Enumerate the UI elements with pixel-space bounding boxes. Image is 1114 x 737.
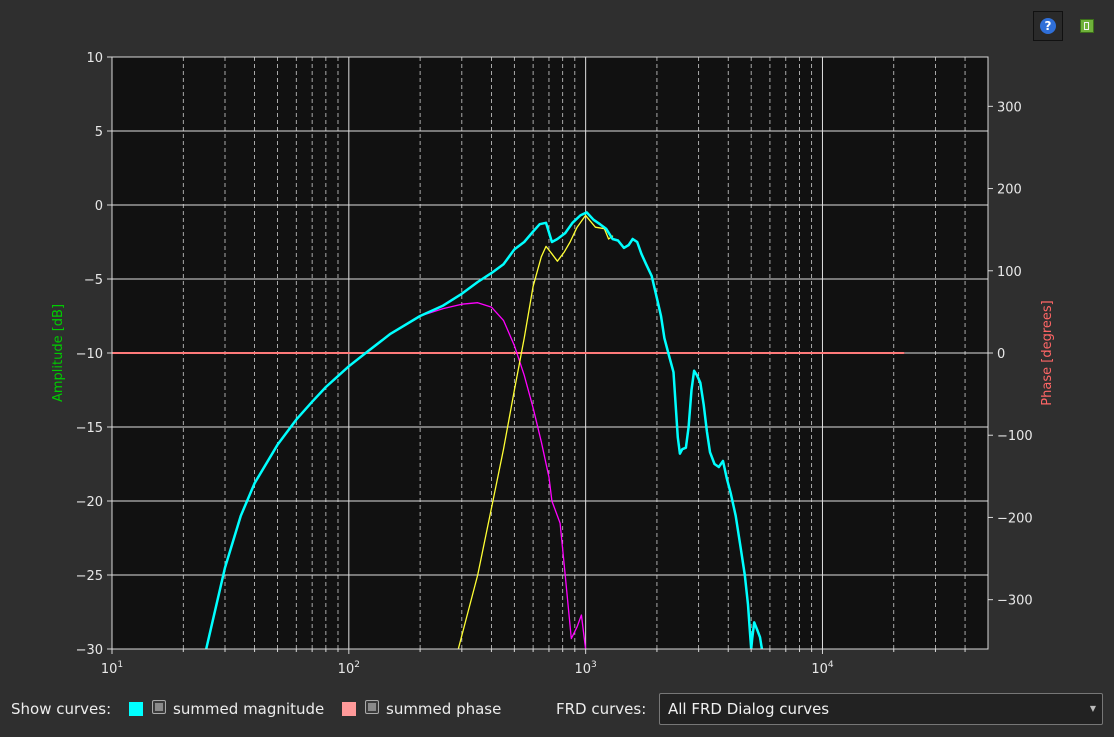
y-tick-label: 0	[95, 199, 103, 214]
frd-curves-label: FRD curves:	[556, 700, 647, 718]
y2-tick-label: 300	[997, 100, 1022, 115]
y-tick-label: −20	[76, 495, 103, 510]
exit-icon	[1080, 19, 1094, 33]
y2-tick-label: −200	[997, 511, 1033, 526]
y-tick-label: −15	[76, 421, 103, 436]
y2-tick-label: 200	[997, 183, 1022, 198]
y-tick-label: −25	[76, 569, 103, 584]
summed-magnitude-checkbox[interactable]	[152, 700, 166, 714]
show-curves-label: Show curves:	[11, 700, 112, 718]
y2-tick-label: 0	[997, 347, 1005, 362]
exit-button[interactable]	[1072, 11, 1102, 41]
summed-phase-checkbox[interactable]	[365, 700, 379, 714]
help-icon: ?	[1040, 18, 1056, 34]
x-tick-label: 101	[101, 660, 123, 677]
curve-controls: Show curves: summed magnitude summed pha…	[0, 692, 1114, 726]
help-button[interactable]: ?	[1033, 11, 1063, 41]
y-tick-label: −10	[76, 347, 103, 362]
x-tick-label: 102	[338, 660, 360, 677]
y-tick-label: 10	[86, 51, 103, 66]
y2-tick-label: −300	[997, 594, 1033, 609]
y-tick-label: 5	[95, 125, 103, 140]
chevron-down-icon: ▼	[1089, 704, 1096, 713]
frd-plot-window: 101 102 103 104 10 5 0 −5 −10 −15 −20 −25 −30 300 200 1…	[0, 0, 1114, 737]
summed-magnitude-label: summed magnitude	[173, 700, 325, 718]
y-tick-label: −5	[84, 273, 103, 288]
y-axis-label: Amplitude [dB]	[51, 304, 66, 402]
frd-curves-select[interactable]: All FRD Dialog curves ▼	[659, 693, 1103, 725]
summed-magnitude-swatch	[129, 702, 143, 716]
summed-phase-swatch	[342, 702, 356, 716]
x-tick-label: 104	[811, 660, 834, 677]
y2-tick-label: −100	[997, 429, 1033, 444]
y2-axis-label: Phase [degrees]	[1040, 300, 1055, 405]
frequency-response-chart: 101 102 103 1041050−5−10−15−20−25−303002001…	[51, 51, 1055, 677]
x-tick-label: 103	[575, 660, 597, 677]
y-tick-label: −30	[76, 643, 103, 658]
y2-tick-label: 100	[997, 265, 1022, 280]
frd-curves-selected-value: All FRD Dialog curves	[668, 700, 830, 718]
summed-phase-label: summed phase	[386, 700, 502, 718]
